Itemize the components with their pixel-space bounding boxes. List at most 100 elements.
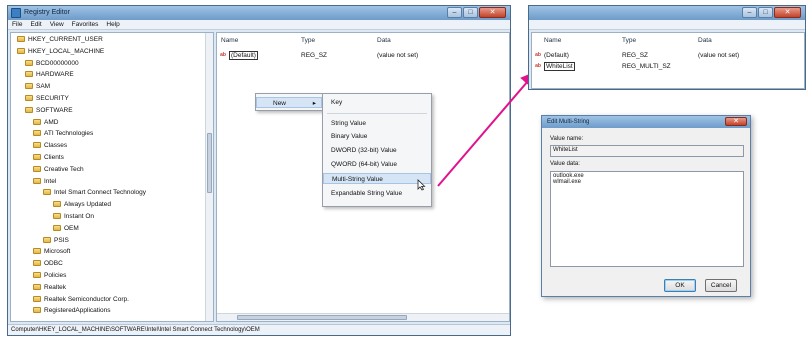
tree-item-label: Instant On [64,213,94,220]
registry-editor-window: Registry Editor – □ ✕ File Edit View Fav… [7,5,511,336]
tree-item[interactable]: ODBC [33,259,63,268]
window-controls: – □ ✕ [447,7,506,18]
value-type-whitelist: REG_MULTI_SZ [622,63,671,70]
tree-item[interactable]: OEM [53,224,79,233]
folder-icon [33,165,41,172]
menu-separator [327,113,427,114]
tree-item-label: PSIS [54,236,69,244]
close-button-2[interactable]: ✕ [774,7,801,18]
folder-icon [25,106,33,113]
tree-item[interactable]: SOFTWARE [25,106,73,115]
tree-item-label: Clients [44,154,64,161]
values-pane-2: Name Type Data ab (Default) REG_SZ (valu… [531,32,805,89]
value-data-textarea[interactable]: outlook.exe wlmail.exe [550,171,744,267]
close-button[interactable]: ✕ [479,7,506,18]
minimize-button-2[interactable]: – [742,7,757,18]
tree-item[interactable]: SECURITY [25,94,69,103]
ok-button[interactable]: OK [664,279,696,292]
context-menu-new: New ▸ [255,93,323,111]
column-data-2[interactable]: Data [698,37,712,44]
edit-multi-string-dialog: Edit Multi-String ✕ Value name: WhiteLis… [541,115,751,297]
tree-item[interactable]: ATI Technologies [33,129,93,138]
dialog-close-button[interactable]: ✕ [725,117,747,126]
tree-item[interactable]: Always Updated [53,200,111,209]
folder-icon [33,118,41,125]
tree-item-label: HKEY_CURRENT_USER [28,36,103,43]
tree-item[interactable]: RegisteredApplications [33,306,110,315]
menu-edit[interactable]: Edit [30,20,41,29]
folder-icon [33,272,41,278]
tree-item[interactable]: Realtek Semiconductor Corp. [33,295,129,304]
tree-item[interactable]: Realtek [33,283,66,292]
column-name[interactable]: Name [221,37,238,44]
tree-item[interactable]: AMD [33,118,58,127]
value-row-whitelist[interactable]: ab WhiteList REG_MULTI_SZ [534,62,784,72]
folder-icon [25,59,33,66]
menu-item-new[interactable]: New ▸ [256,97,322,108]
tree-item[interactable]: Intel Smart Connect Technology [43,188,146,197]
menu-item-string-value[interactable]: String Value [323,118,431,129]
tree-scrollbar[interactable] [205,33,213,321]
tree-item[interactable]: Policies [33,271,66,280]
value-row[interactable]: ab (Default) REG_SZ (value not set) [219,51,469,61]
column-name-2[interactable]: Name [544,37,561,44]
menu-item-key[interactable]: Key [323,97,431,108]
menu-item-binary-value[interactable]: Binary Value [323,131,431,142]
tree-item-label: Realtek Semiconductor Corp. [44,295,129,303]
minimize-button[interactable]: – [447,7,462,18]
tree-item-label: BCD00000000 [36,59,79,67]
tree-item[interactable]: Clients [33,153,64,162]
tree-item[interactable]: Intel [33,177,56,186]
menu-favorites[interactable]: Favorites [72,20,99,29]
tree-item-label: OEM [64,224,79,232]
mouse-cursor-icon [417,179,426,191]
tree-item-label: Policies [44,272,67,279]
menu-help[interactable]: Help [106,20,119,29]
tree-item-label: Intel [44,177,57,185]
menu-item-expandable-string-value[interactable]: Expandable String Value [323,188,431,199]
string-value-icon: ab [220,52,226,58]
column-type-2[interactable]: Type [622,37,636,44]
tree-item[interactable]: Microsoft [33,247,70,256]
values-hscrollbar[interactable] [217,313,509,321]
value-name: (Default) [229,51,258,60]
window-title: Registry Editor [24,9,70,16]
title-bar-2[interactable]: – □ ✕ [529,6,805,20]
menu-item-new-label: New [273,100,287,107]
values-hscroll-thumb[interactable] [237,315,407,320]
tree-item[interactable]: HKEY_LOCAL_MACHINE [17,47,104,56]
maximize-button[interactable]: □ [463,7,478,18]
menu-item-multi-string-value[interactable]: Multi-String Value [323,173,431,184]
menu-file[interactable]: File [12,20,22,29]
maximize-button-2[interactable]: □ [758,7,773,18]
folder-icon [43,189,51,196]
tree-item-label: SOFTWARE [36,106,73,114]
window-controls-2: – □ ✕ [742,7,801,18]
tree-scroll-thumb[interactable] [207,133,212,193]
tree-item[interactable]: HKEY_CURRENT_USER [17,35,103,44]
column-type[interactable]: Type [301,37,315,44]
cancel-button[interactable]: Cancel [705,279,737,292]
tree-item[interactable]: Classes [33,141,67,150]
value-data: (value not set) [377,52,419,59]
folder-icon [53,201,61,208]
tree-item[interactable]: PSIS [43,236,69,245]
folder-icon [33,295,41,302]
menu-item-qword-value[interactable]: QWORD (64-bit) Value [323,159,431,170]
folder-icon [33,154,41,160]
value-name-field[interactable]: WhiteList [550,145,744,157]
tree-item[interactable]: BCD00000000 [25,59,79,68]
value-row-default[interactable]: ab (Default) REG_SZ (value not set) [534,51,784,61]
value-name-label: Value name: [550,136,584,142]
tree-item[interactable]: Creative Tech [33,165,84,174]
tree-item[interactable]: HARDWARE [25,70,74,79]
tree-pane: HKEY_CURRENT_USER HKEY_LOCAL_MACHINE BCD00… [10,32,214,322]
title-bar[interactable]: Registry Editor – □ ✕ [8,6,510,20]
menu-item-dword-value[interactable]: DWORD (32-bit) Value [323,145,431,156]
tree-item[interactable]: Instant On [53,212,94,221]
tree-item[interactable]: SAM [25,82,50,91]
tree-item-label: RegisteredApplications [44,307,111,315]
dialog-title-bar[interactable]: Edit Multi-String ✕ [542,116,750,128]
column-data[interactable]: Data [377,37,391,44]
menu-view[interactable]: View [50,20,64,29]
